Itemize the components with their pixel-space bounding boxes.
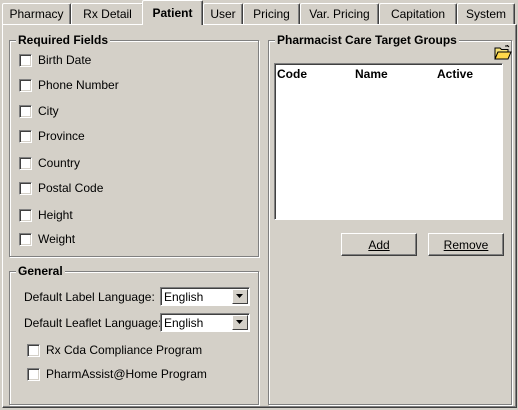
select-value: English bbox=[164, 315, 204, 330]
chevron-down-icon[interactable] bbox=[232, 289, 248, 304]
checkbox-box[interactable] bbox=[19, 156, 32, 170]
checkbox-label: Postal Code bbox=[38, 181, 104, 195]
care-groups-list[interactable]: Code Name Active bbox=[274, 63, 503, 220]
tab-rx-detail[interactable]: Rx Detail bbox=[71, 3, 144, 24]
checkbox-box[interactable] bbox=[19, 129, 32, 143]
country-checkbox[interactable]: Country bbox=[19, 155, 80, 171]
tab-capitation[interactable]: Capitation bbox=[379, 3, 457, 24]
general-group: General Default Label Language: English … bbox=[9, 264, 259, 405]
tab-label: Capitation bbox=[390, 7, 446, 21]
tab-label: Patient bbox=[152, 6, 193, 20]
column-header-code[interactable]: Code bbox=[277, 67, 307, 81]
birth-date-checkbox[interactable]: Birth Date bbox=[19, 52, 91, 68]
required-fields-group: Required Fields Birth Date Phone Number … bbox=[9, 33, 259, 257]
tab-pricing[interactable]: Pricing bbox=[243, 3, 300, 24]
tab-label: System bbox=[465, 7, 506, 21]
label-language-select[interactable]: English bbox=[160, 287, 250, 306]
checkbox-box[interactable] bbox=[19, 53, 32, 67]
tab-patient[interactable]: Patient bbox=[142, 0, 203, 25]
tab-panel-patient: Required Fields Birth Date Phone Number … bbox=[2, 24, 517, 408]
tab-label: User bbox=[210, 7, 236, 21]
checkbox-label: Phone Number bbox=[38, 78, 119, 92]
group-title: Pharmacist Care Target Groups bbox=[275, 33, 459, 47]
checkbox-box[interactable] bbox=[19, 78, 32, 92]
phone-number-checkbox[interactable]: Phone Number bbox=[19, 77, 119, 93]
tab-label: Var. Pricing bbox=[309, 7, 370, 21]
select-value: English bbox=[164, 289, 204, 304]
group-title: Required Fields bbox=[16, 33, 111, 47]
checkbox-box[interactable] bbox=[27, 367, 40, 381]
tab-user[interactable]: User bbox=[203, 3, 243, 24]
checkbox-box[interactable] bbox=[19, 208, 32, 222]
weight-checkbox[interactable]: Weight bbox=[19, 231, 75, 247]
tab-system[interactable]: System bbox=[457, 3, 515, 24]
tab-label: Pricing bbox=[253, 7, 290, 21]
group-title: General bbox=[16, 264, 65, 278]
label-language-label: Default Label Language: bbox=[24, 290, 155, 304]
checkbox-label: PharmAssist@Home Program bbox=[46, 367, 207, 381]
care-target-groups-group: Pharmacist Care Target Groups Code Name … bbox=[268, 33, 513, 405]
add-button[interactable]: Add bbox=[341, 233, 417, 256]
checkbox-label: Country bbox=[38, 156, 81, 170]
checkbox-box[interactable] bbox=[27, 343, 40, 357]
folder-open-icon[interactable] bbox=[493, 43, 513, 63]
checkbox-label: Weight bbox=[38, 232, 76, 246]
checkbox-label: Province bbox=[38, 129, 85, 143]
tab-label: Pharmacy bbox=[9, 7, 64, 21]
tab-pharmacy[interactable]: Pharmacy bbox=[2, 3, 71, 24]
province-checkbox[interactable]: Province bbox=[19, 128, 85, 144]
tab-var-pricing[interactable]: Var. Pricing bbox=[300, 3, 379, 24]
height-checkbox[interactable]: Height bbox=[19, 207, 73, 223]
checkbox-label: Height bbox=[38, 208, 73, 222]
checkbox-box[interactable] bbox=[19, 104, 32, 118]
checkbox-box[interactable] bbox=[19, 181, 32, 195]
leaflet-language-label: Default Leaflet Language: bbox=[24, 316, 162, 330]
column-header-name[interactable]: Name bbox=[355, 67, 388, 81]
remove-button[interactable]: Remove bbox=[428, 233, 504, 256]
chevron-down-icon[interactable] bbox=[232, 315, 248, 330]
checkbox-label: City bbox=[38, 104, 59, 118]
checkbox-label: Rx Cda Compliance Program bbox=[46, 343, 203, 357]
checkbox-box[interactable] bbox=[19, 232, 32, 246]
column-header-active[interactable]: Active bbox=[437, 67, 473, 81]
city-checkbox[interactable]: City bbox=[19, 103, 59, 119]
postal-code-checkbox[interactable]: Postal Code bbox=[19, 180, 103, 196]
checkbox-label: Birth Date bbox=[38, 53, 92, 67]
tab-strip: Pharmacy Rx Detail Patient User Pricing … bbox=[0, 0, 518, 25]
tab-label: Rx Detail bbox=[83, 7, 132, 21]
pharmassist-home-checkbox[interactable]: PharmAssist@Home Program bbox=[27, 366, 207, 382]
leaflet-language-select[interactable]: English bbox=[160, 313, 250, 332]
rx-cda-compliance-checkbox[interactable]: Rx Cda Compliance Program bbox=[27, 342, 202, 358]
